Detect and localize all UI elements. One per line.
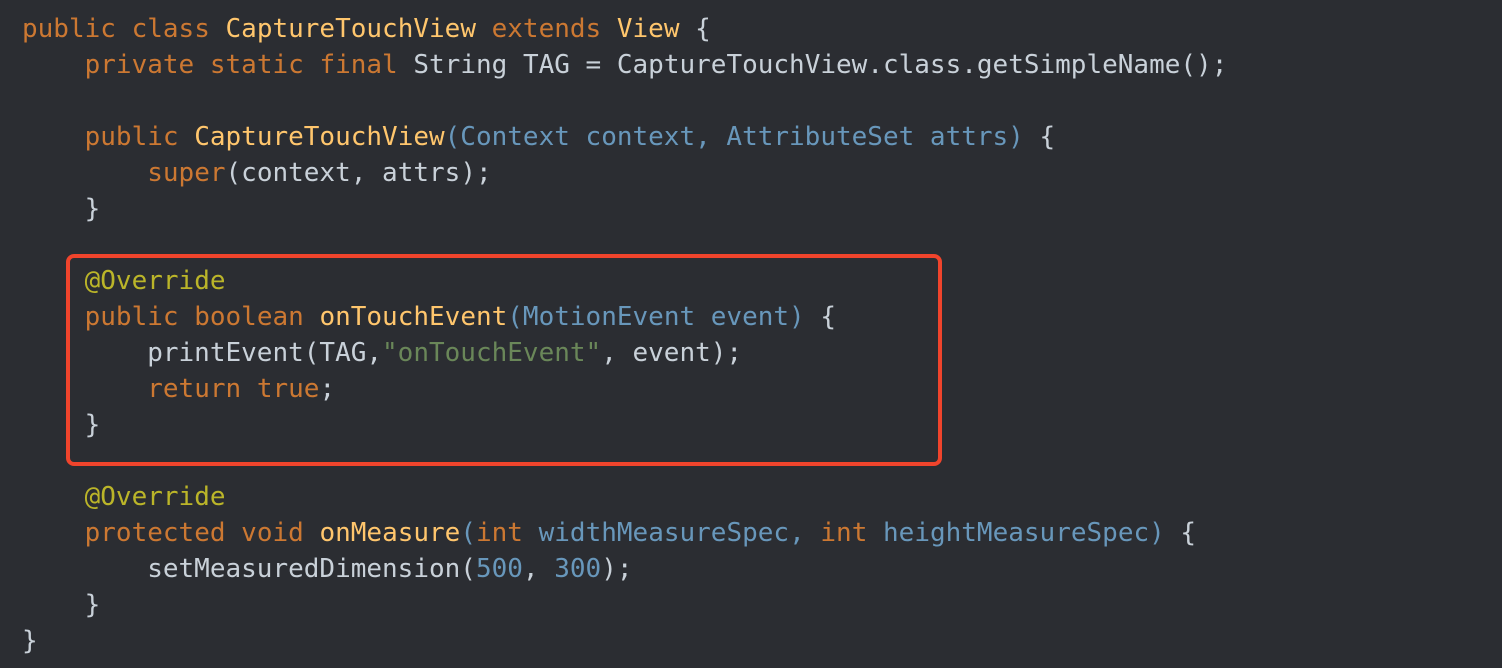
keyword: class (131, 14, 210, 44)
code-line-closing-brace: } (22, 191, 101, 227)
code-text: } (22, 194, 101, 224)
parameter-list: ( (460, 518, 476, 548)
number-literal: 500 (475, 554, 523, 584)
parameter-list: heightMeasureSpec) (867, 518, 1165, 548)
keyword: private (84, 50, 195, 80)
method-name: CaptureTouchView (194, 122, 445, 152)
keyword: void (241, 518, 304, 548)
class-name: CaptureTouchView (225, 14, 476, 44)
highlight-box (66, 254, 942, 466)
code-text: { (1023, 122, 1056, 152)
code-line-class-declaration: public class CaptureTouchView extends Vi… (22, 11, 711, 47)
code-text: ); (601, 554, 633, 584)
parameter-list: widthMeasureSpec, (522, 518, 821, 548)
code-line-on-measure: protected void onMeasure(int widthMeasur… (22, 515, 1196, 551)
code-line-override-annotation: @Override (22, 479, 226, 515)
keyword: public (22, 14, 116, 44)
code-line-tag-field: private static final String TAG = Captur… (22, 47, 1228, 83)
code-text: { (1164, 518, 1197, 548)
keyword: extends (491, 14, 602, 44)
keyword: int (476, 518, 523, 548)
code-text: { (679, 14, 711, 44)
keyword: int (820, 518, 868, 548)
code-text: (context, attrs); (225, 158, 492, 188)
keyword: super (147, 158, 226, 188)
code-text: , (522, 554, 555, 584)
code-text: } (22, 590, 101, 620)
number-literal: 300 (554, 554, 602, 584)
code-text: setMeasuredDimension( (22, 554, 476, 584)
code-line-class-closing-brace: } (22, 623, 38, 659)
parameter-list: (Context context, AttributeSet attrs) (444, 122, 1024, 152)
code-text: } (22, 626, 38, 656)
class-name: View (616, 14, 680, 44)
code-line-constructor: public CaptureTouchView(Context context,… (22, 119, 1056, 155)
keyword: final (319, 50, 398, 80)
code-editor: public class CaptureTouchView extends Vi… (0, 0, 1502, 668)
keyword: protected (84, 518, 226, 548)
annotation: @Override (84, 482, 226, 512)
code-text: String TAG = CaptureTouchView.class.getS… (397, 50, 1228, 80)
code-line-super-call: super(context, attrs); (22, 155, 492, 191)
keyword: public (84, 122, 179, 152)
code-line-closing-brace: } (22, 587, 101, 623)
method-name: onMeasure (319, 518, 461, 548)
keyword: static (209, 50, 304, 80)
code-line-set-measured-dimension: setMeasuredDimension(500, 300); (22, 551, 633, 587)
